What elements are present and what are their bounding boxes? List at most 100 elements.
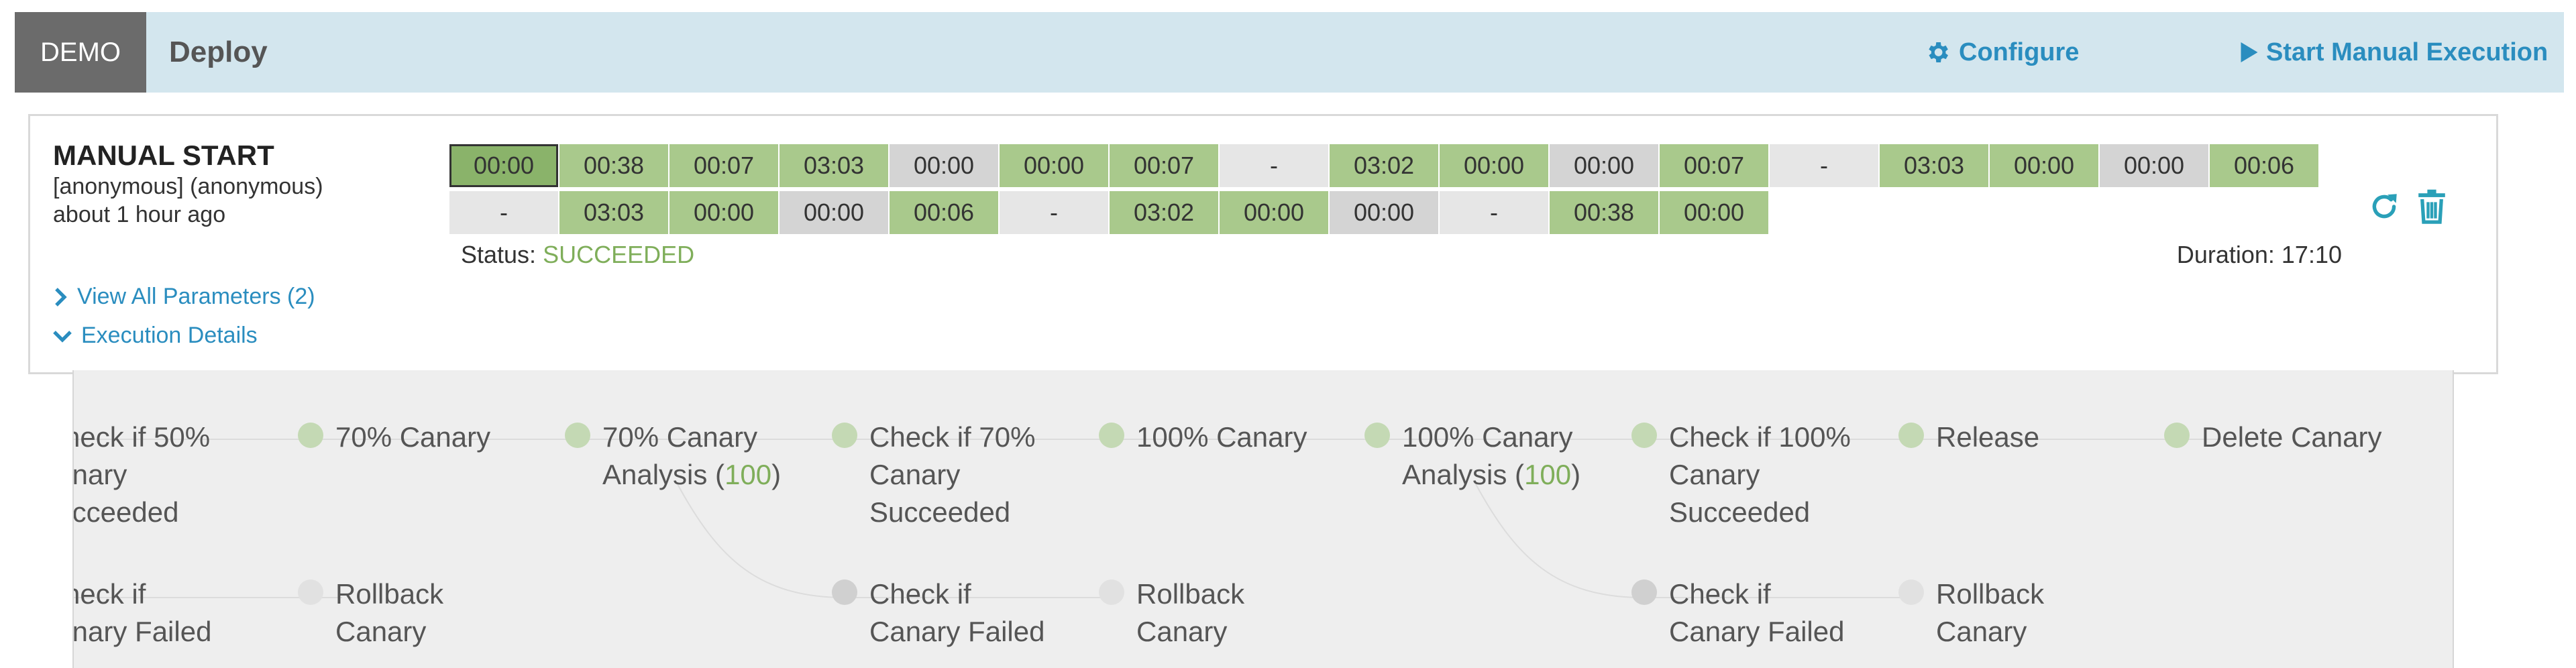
page-title: Deploy — [169, 36, 268, 68]
execution-details-label: Execution Details — [81, 323, 258, 348]
stage-segment[interactable]: 00:06 — [890, 191, 998, 234]
analysis-score: 100 — [1524, 459, 1572, 490]
stage-segment[interactable]: 03:02 — [1110, 191, 1218, 234]
stage-check-canary-failed-2[interactable]: Check if Canary Failed — [832, 575, 1044, 651]
stage-segment[interactable]: 03:03 — [559, 191, 668, 234]
stage-label: Release — [1936, 421, 2040, 453]
stage-status-dot — [832, 579, 857, 605]
configure-button[interactable]: Configure — [1924, 12, 2079, 93]
stage-status-dot — [1099, 423, 1124, 448]
execution-details-toggle[interactable]: Execution Details — [53, 323, 258, 349]
stage-label: neck if 50% ınary ıcceeded — [72, 421, 211, 528]
chevron-down-icon — [53, 330, 72, 343]
stage-rollback-canary-1[interactable]: Rollback Canary — [298, 575, 443, 651]
stage-label: Delete Canary — [2202, 421, 2382, 453]
stage-status-dot — [298, 579, 323, 605]
stage-check-canary-failed-1[interactable]: neck if ınary Failed — [74, 575, 211, 651]
stage-100-canary[interactable]: 100% Canary — [1099, 419, 1307, 456]
start-manual-execution-button[interactable]: Start Manual Execution — [2241, 12, 2548, 93]
stage-segment[interactable]: - — [1000, 191, 1108, 234]
stage-label: neck if ınary Failed — [72, 578, 212, 647]
stage-100-canary-analysis[interactable]: 100% Canary Analysis (100) — [1364, 419, 1580, 494]
stage-segment[interactable]: 00:00 — [890, 144, 998, 187]
status-label: Status: — [461, 241, 537, 268]
stage-segment[interactable]: 00:00 — [1330, 191, 1438, 234]
stage-label: Rollback Canary — [1936, 578, 2045, 647]
stage-rollback-canary-2[interactable]: Rollback Canary — [1099, 575, 1244, 651]
stage-label: Rollback Canary — [335, 578, 444, 647]
stage-segment[interactable]: 00:00 — [1000, 144, 1108, 187]
stage-segment[interactable]: - — [1440, 191, 1548, 234]
stage-segment[interactable]: - — [1770, 144, 1878, 187]
stage-segment[interactable]: 00:00 — [780, 191, 888, 234]
stage-status-dot — [2164, 423, 2190, 448]
stage-70-canary[interactable]: 70% Canary — [298, 419, 490, 456]
stage-segment[interactable]: 00:07 — [1660, 144, 1768, 187]
stage-release[interactable]: Release — [1898, 419, 2039, 456]
stage-segment[interactable]: 00:00 — [2100, 144, 2208, 187]
configure-label: Configure — [1959, 38, 2080, 66]
play-icon — [2241, 42, 2258, 62]
stage-segment[interactable]: 00:00 — [1550, 144, 1658, 187]
app-badge[interactable]: DEMO — [15, 12, 146, 93]
stage-segment[interactable]: 00:00 — [1220, 191, 1328, 234]
stage-label: 70% Canary — [335, 421, 491, 453]
stage-status-dot — [832, 423, 857, 448]
stage-check-50-canary-succeeded[interactable]: neck if 50% ınary ıcceeded — [74, 419, 210, 531]
stage-label: 100% Canary — [1136, 421, 1307, 453]
view-all-parameters-toggle[interactable]: View All Parameters (2) — [53, 284, 315, 310]
stage-segment[interactable]: 03:03 — [780, 144, 888, 187]
stage-segment[interactable]: - — [1220, 144, 1328, 187]
execution-duration: Duration: 17:10 — [2176, 241, 2342, 268]
stage-bar-row-2: -03:03 00:00 00:00 00:06-03:02 00:00 00:00-00… — [449, 191, 1770, 234]
stage-label: Check if Canary Failed — [1669, 578, 1845, 647]
trash-icon[interactable] — [2417, 188, 2447, 228]
stage-segment[interactable]: 00:07 — [669, 144, 778, 187]
gear-icon — [1929, 42, 1948, 62]
stage-segment[interactable]: 03:03 — [1880, 144, 1988, 187]
stage-segment[interactable]: 00:06 — [2210, 144, 2318, 187]
stage-status-dot — [1898, 579, 1924, 605]
stage-rollback-canary-3[interactable]: Rollback Canary — [1898, 575, 2044, 651]
stage-segment[interactable]: 00:00 — [669, 191, 778, 234]
stage-segment[interactable]: 00:07 — [1110, 144, 1218, 187]
stage-status-dot — [1364, 423, 1390, 448]
trigger-title: MANUAL START — [53, 140, 274, 171]
stage-label: Check if 100% Canary Succeeded — [1669, 421, 1851, 528]
stage-status-dot — [1631, 423, 1657, 448]
stage-status-dot — [1099, 579, 1124, 605]
stage-label: Check if Canary Failed — [869, 578, 1045, 647]
stage-label: Check if 70% Canary Succeeded — [869, 421, 1036, 528]
stage-segment[interactable]: 00:00 — [1660, 191, 1768, 234]
stage-segment[interactable]: - — [449, 191, 558, 234]
stage-status-dot — [298, 423, 323, 448]
trigger-info: MANUAL START [anonymous] (anonymous) abo… — [53, 139, 323, 229]
execution-status: Status: SUCCEEDED — [461, 241, 694, 269]
restart-icon[interactable] — [2367, 190, 2401, 227]
stage-segment[interactable]: 00:00 — [1440, 144, 1548, 187]
stage-label: Rollback Canary — [1136, 578, 1245, 647]
stage-status-dot — [1631, 579, 1657, 605]
stage-segment[interactable]: 03:02 — [1330, 144, 1438, 187]
stage-delete-canary[interactable]: Delete Canary — [2164, 419, 2381, 456]
stage-segment[interactable]: 00:38 — [1550, 191, 1658, 234]
pipeline-header: DEMO Deploy Configure Start Manual Execu… — [15, 12, 2564, 93]
status-value: SUCCEEDED — [543, 241, 695, 268]
chevron-right-icon — [55, 287, 67, 307]
stage-bar-row-1: 00:00 00:38 00:07 03:03 00:00 00:00 00:07-03:0… — [449, 144, 2320, 187]
start-manual-execution-label: Start Manual Execution — [2266, 38, 2548, 66]
stage-segment[interactable]: 00:00 — [1990, 144, 2098, 187]
pipeline-graph[interactable]: neck if 50% ınary ıcceeded 70% Canary 70… — [72, 370, 2454, 668]
stage-check-70-canary-succeeded[interactable]: Check if 70% Canary Succeeded — [832, 419, 1035, 531]
stage-segment[interactable]: 00:38 — [559, 144, 668, 187]
execution-card: MANUAL START [anonymous] (anonymous) abo… — [28, 114, 2498, 374]
view-all-parameters-label: View All Parameters (2) — [77, 284, 315, 309]
stage-status-dot — [1898, 423, 1924, 448]
stage-label: 100% Canary Analysis (100) — [1402, 421, 1581, 490]
stage-label: 70% Canary Analysis (100) — [602, 421, 782, 490]
stage-check-100-canary-succeeded[interactable]: Check if 100% Canary Succeeded — [1631, 419, 1851, 531]
stage-segment[interactable]: 00:00 — [449, 144, 558, 187]
stage-70-canary-analysis[interactable]: 70% Canary Analysis (100) — [565, 419, 781, 494]
analysis-score: 100 — [724, 459, 772, 490]
stage-check-canary-failed-3[interactable]: Check if Canary Failed — [1631, 575, 1844, 651]
